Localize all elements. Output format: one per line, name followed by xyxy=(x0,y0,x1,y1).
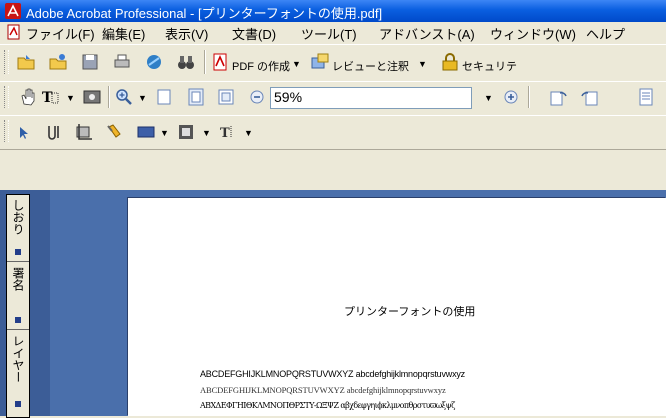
email-icon[interactable] xyxy=(144,52,164,72)
movie-tool-icon[interactable] xyxy=(176,122,196,142)
create-pdf-dropdown-arrow[interactable]: ▼ xyxy=(292,59,301,69)
acrobat-app-icon[interactable] xyxy=(5,3,21,19)
menu-help[interactable]: ヘルプ xyxy=(586,24,625,43)
tab-signatures[interactable]: 署名 xyxy=(7,263,29,330)
menu-edit[interactable]: 編集(E) xyxy=(102,24,145,43)
svg-text:T: T xyxy=(42,90,53,106)
toolbar-grip[interactable] xyxy=(4,86,9,108)
print-icon[interactable] xyxy=(112,52,132,72)
lock-icon[interactable] xyxy=(440,52,460,72)
menu-view[interactable]: 表示(V) xyxy=(165,24,208,43)
form-tool-dropdown-arrow[interactable]: ▼ xyxy=(160,128,169,138)
zoom-dropdown-arrow[interactable]: ▼ xyxy=(138,93,147,103)
touchup-dropdown-arrow[interactable]: ▼ xyxy=(244,128,253,138)
select-text-icon[interactable]: T xyxy=(40,87,60,107)
zoom-in-icon[interactable] xyxy=(502,88,522,108)
review-dropdown-arrow[interactable]: ▼ xyxy=(418,59,427,69)
create-pdf-icon[interactable] xyxy=(210,52,230,72)
touchup-text-icon[interactable]: T xyxy=(218,122,238,142)
advanced-edit-toolbar xyxy=(0,115,666,150)
zoom-level-dropdown-arrow[interactable]: ▼ xyxy=(484,93,493,103)
actual-size-icon[interactable] xyxy=(154,87,174,107)
movie-tool-dropdown-arrow[interactable]: ▼ xyxy=(202,128,211,138)
layers-tab-icon xyxy=(15,401,21,407)
menu-advanced[interactable]: アドバンスト(A) xyxy=(379,24,475,43)
binoculars-search-icon[interactable] xyxy=(176,52,196,72)
zoom-in-tool-icon[interactable] xyxy=(114,87,134,107)
separator xyxy=(204,50,206,74)
menu-file[interactable]: ファイル(F) xyxy=(26,24,95,43)
button-tool-icon[interactable] xyxy=(136,122,156,142)
toolbar-grip[interactable] xyxy=(4,50,9,74)
hand-tool-icon[interactable] xyxy=(18,87,38,107)
snapshot-tool-icon[interactable] xyxy=(82,87,102,107)
menu-document[interactable]: 文書(D) xyxy=(232,24,276,43)
bookmarks-tab-icon xyxy=(15,249,21,255)
pdf-document-icon[interactable] xyxy=(6,24,22,40)
rotate-counterclockwise-icon[interactable] xyxy=(580,87,600,107)
menu-tools[interactable]: ツール(T) xyxy=(301,24,357,43)
sample-line-sans: ABCDEFGHIJKLMNOPQRSTUVWXYZ abcdefghijklm… xyxy=(200,369,465,379)
create-folder-icon[interactable] xyxy=(48,52,68,72)
review-comment-icon[interactable] xyxy=(310,52,330,72)
attach-file-icon[interactable] xyxy=(104,122,124,142)
fit-width-icon[interactable] xyxy=(216,87,236,107)
separator xyxy=(528,86,530,108)
zoom-out-icon[interactable] xyxy=(248,88,268,108)
separator xyxy=(108,86,110,108)
rotate-clockwise-icon[interactable] xyxy=(548,87,568,107)
create-pdf-button[interactable]: PDF の作成 xyxy=(232,58,290,74)
zoom-value: 59% xyxy=(274,89,303,105)
continuous-page-icon[interactable] xyxy=(636,87,656,107)
review-comment-button[interactable]: レビューと注釈 xyxy=(332,58,409,74)
tab-bookmarks-label: しおり xyxy=(11,199,25,235)
tab-signatures-label: 署名 xyxy=(11,267,25,291)
open-folder-icon[interactable] xyxy=(16,52,36,72)
select-dropdown-arrow[interactable]: ▼ xyxy=(66,93,75,103)
fit-page-icon[interactable] xyxy=(186,87,206,107)
sample-line-serif: ABCDEFGHIJKLMNOPQRSTUVWXYZ abcdefghijklm… xyxy=(200,385,446,395)
sample-line-symbol: ΑΒΧΔΕΦΓΗΙΘΚΛΜΝΟΠΘΡΣΤΥ-ΩΞΨΖ αβχδεφγηιϕκλμ… xyxy=(200,401,456,410)
save-icon[interactable] xyxy=(80,52,100,72)
toolbar-grip[interactable] xyxy=(4,120,9,142)
tab-layers[interactable]: レイヤー xyxy=(7,331,29,417)
svg-text:T: T xyxy=(220,126,230,141)
tab-bookmarks[interactable]: しおり xyxy=(7,195,29,262)
crop-tool-icon[interactable] xyxy=(74,122,94,142)
window-title: Adobe Acrobat Professional - [プリンターフォントの… xyxy=(26,6,383,21)
signatures-tab-icon xyxy=(15,317,21,323)
select-object-icon[interactable] xyxy=(14,123,34,143)
link-tool-icon[interactable] xyxy=(44,122,64,142)
security-button[interactable]: セキュリテ xyxy=(462,58,517,74)
tab-layers-label: レイヤー xyxy=(11,335,25,383)
menu-window[interactable]: ウィンドウ(W) xyxy=(490,24,576,43)
document-heading: プリンターフォントの使用 xyxy=(344,305,476,318)
navigation-tabs: しおり 署名 レイヤー xyxy=(6,194,30,418)
